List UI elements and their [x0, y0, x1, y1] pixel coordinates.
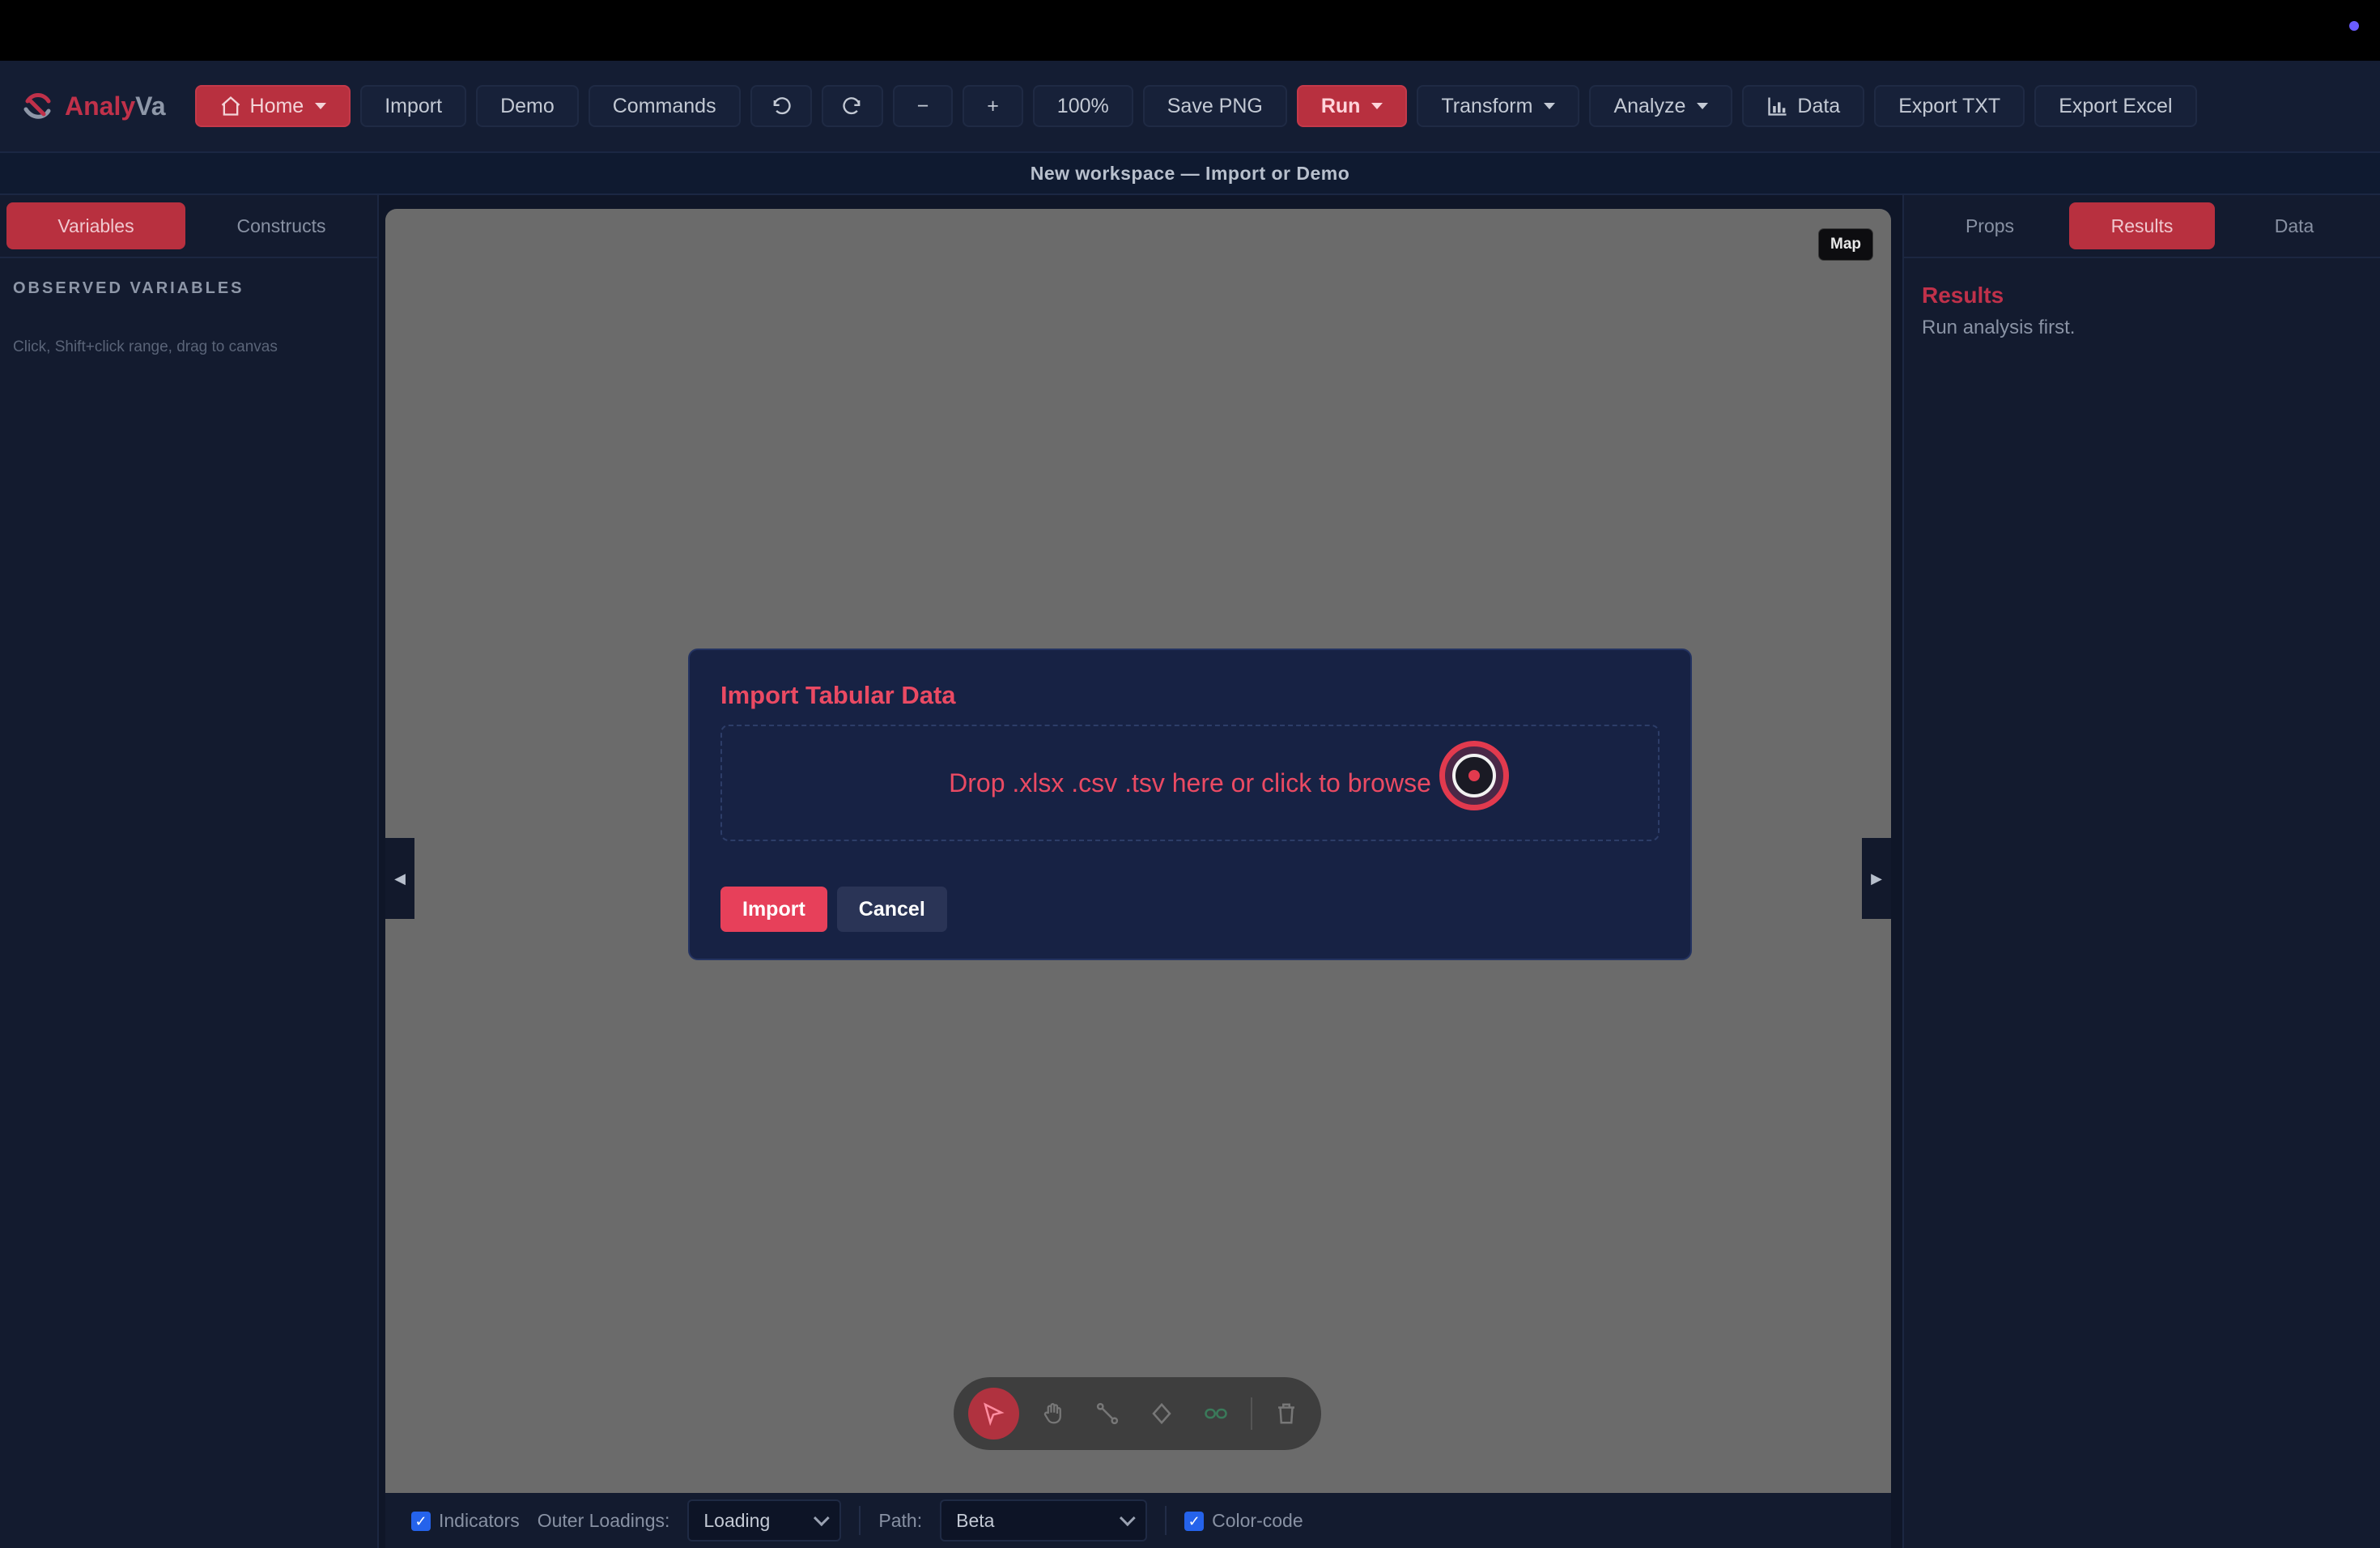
home-button[interactable]: Home	[194, 85, 351, 127]
export-excel-button[interactable]: Export Excel	[2034, 85, 2197, 127]
checkbox-checked-icon: ✓	[1184, 1512, 1205, 1532]
checkbox-checked-icon: ✓	[411, 1512, 431, 1532]
app-logo: AnalyVa	[21, 90, 166, 122]
export-txt-button[interactable]: Export TXT	[1874, 85, 2025, 127]
undo-button[interactable]	[750, 85, 812, 127]
analyze-button[interactable]: Analyze	[1589, 85, 1733, 127]
tool-dock	[954, 1377, 1321, 1450]
home-label: Home	[249, 94, 304, 117]
commands-button[interactable]: Commands	[588, 85, 741, 127]
window-top-strip	[0, 0, 2380, 61]
bottom-options-bar: ✓ Indicators Outer Loadings: Loading Path…	[385, 1493, 1891, 1548]
delete-tool[interactable]	[1267, 1393, 1307, 1434]
status-dot	[2349, 21, 2359, 31]
trash-icon	[1278, 1403, 1295, 1424]
left-panel: Variables Constructs OBSERVED VARIABLES …	[0, 195, 379, 1548]
select-icon	[984, 1402, 1005, 1426]
right-tabs: Props Results Data	[1904, 195, 2380, 258]
bar-chart-icon	[1768, 97, 1787, 116]
workspace-banner: New workspace — Import or Demo	[0, 151, 2380, 195]
cursor-indicator-icon	[1439, 741, 1509, 810]
zoom-in-button[interactable]: +	[963, 85, 1023, 127]
observed-variables-title: OBSERVED VARIABLES	[13, 279, 244, 297]
tab-variables[interactable]: Variables	[6, 202, 185, 249]
right-panel: Props Results Data Results Run analysis …	[1902, 195, 2380, 1548]
tab-data[interactable]: Data	[2215, 202, 2374, 249]
path-value: Beta	[956, 1509, 995, 1531]
zoom-out-button[interactable]: −	[892, 85, 954, 127]
undo-icon	[773, 97, 791, 115]
demo-button[interactable]: Demo	[476, 85, 579, 127]
link-icon	[1205, 1408, 1228, 1419]
drop-zone-text: Drop .xlsx .csv .tsv here or click to br…	[949, 768, 1431, 797]
dock-separator	[1250, 1397, 1252, 1430]
app-name: AnalyVa	[65, 91, 166, 121]
node-tool[interactable]	[1142, 1393, 1182, 1434]
left-panel-toggle[interactable]: ◀	[385, 838, 414, 919]
transform-button[interactable]: Transform	[1417, 85, 1580, 127]
node-icon	[1152, 1402, 1172, 1425]
path-label: Path:	[878, 1509, 923, 1531]
results-title: Results	[1922, 283, 2004, 308]
data-label: Data	[1797, 94, 1841, 117]
indicators-label: Indicators	[439, 1509, 520, 1531]
divider	[1165, 1506, 1167, 1535]
path-select[interactable]: Beta	[940, 1499, 1148, 1542]
indicators-toggle[interactable]: ✓ Indicators	[411, 1510, 520, 1532]
pan-tool[interactable]	[1034, 1393, 1073, 1434]
results-text: Run analysis first.	[1922, 317, 2076, 338]
connect-icon	[1097, 1402, 1119, 1425]
analyze-label: Analyze	[1613, 94, 1686, 117]
caret-down-icon	[1371, 103, 1383, 109]
redo-button[interactable]	[821, 85, 883, 127]
chevron-down-icon	[1120, 1510, 1136, 1527]
save-png-button[interactable]: Save PNG	[1142, 85, 1287, 127]
pan-hand-icon	[1044, 1403, 1062, 1424]
transform-label: Transform	[1441, 94, 1533, 117]
right-panel-toggle[interactable]: ▶	[1862, 838, 1891, 919]
run-label: Run	[1320, 94, 1361, 117]
dialog-title: Import Tabular Data	[720, 681, 956, 709]
color-code-label: Color-code	[1212, 1509, 1303, 1531]
home-icon	[221, 96, 240, 116]
color-code-toggle[interactable]: ✓ Color-code	[1184, 1510, 1303, 1532]
outer-loadings-value: Loading	[703, 1509, 771, 1531]
chevron-down-icon	[814, 1510, 831, 1527]
divider	[859, 1506, 861, 1535]
left-tabs: Variables Constructs	[0, 195, 377, 258]
data-button[interactable]: Data	[1742, 85, 1865, 127]
import-confirm-button[interactable]: Import	[720, 887, 827, 932]
select-tool[interactable]	[968, 1388, 1019, 1440]
toolbar: AnalyVa Home Import Demo Commands − + 10…	[0, 61, 2380, 151]
import-button[interactable]: Import	[360, 85, 467, 127]
tab-results[interactable]: Results	[2069, 202, 2215, 249]
variables-hint: Click, Shift+click range, drag to canvas	[13, 338, 278, 355]
run-button[interactable]: Run	[1296, 85, 1408, 127]
caret-down-icon	[315, 103, 327, 109]
file-drop-zone[interactable]: Drop .xlsx .csv .tsv here or click to br…	[720, 725, 1660, 841]
outer-loadings-label: Outer Loadings:	[537, 1509, 670, 1531]
caret-down-icon	[1544, 103, 1556, 109]
tab-constructs[interactable]: Constructs	[192, 202, 371, 249]
map-button[interactable]: Map	[1818, 228, 1873, 261]
cancel-button[interactable]: Cancel	[836, 887, 947, 932]
link-tool[interactable]	[1196, 1393, 1236, 1434]
import-dialog: Import Tabular Data Drop .xlsx .csv .tsv…	[688, 649, 1692, 960]
tab-props[interactable]: Props	[1910, 202, 2069, 249]
caret-down-icon	[1697, 103, 1709, 109]
logo-icon	[23, 93, 51, 119]
redo-icon	[842, 97, 860, 115]
zoom-level[interactable]: 100%	[1032, 85, 1133, 127]
connect-tool[interactable]	[1088, 1393, 1128, 1434]
outer-loadings-select[interactable]: Loading	[687, 1499, 842, 1542]
